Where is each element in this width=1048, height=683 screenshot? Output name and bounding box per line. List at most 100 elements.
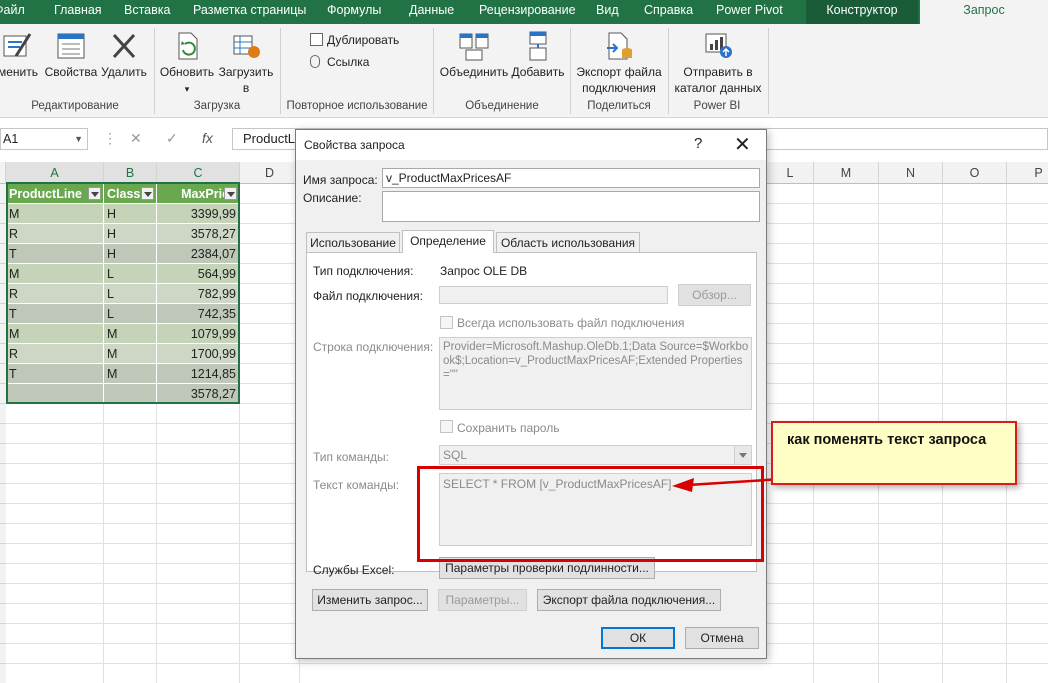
column-header[interactable]: B <box>104 162 157 184</box>
row-header[interactable] <box>0 544 6 564</box>
export-connection-file-button[interactable]: Экспорт файла подключения... <box>537 589 721 611</box>
insert-function-icon[interactable]: fx <box>202 130 213 146</box>
column-header[interactable]: P <box>1007 162 1048 184</box>
edit-query-button[interactable]: Изменить запрос... <box>312 589 428 611</box>
export-connection-ribbon-button[interactable]: Экспорт файла подключения <box>574 30 664 96</box>
column-header[interactable]: N <box>879 162 943 184</box>
ok-button[interactable]: ОК <box>601 627 675 649</box>
name-box[interactable]: A1 ▼ <box>0 128 88 150</box>
table-cell[interactable] <box>6 384 104 404</box>
connection-file-input[interactable] <box>439 286 668 304</box>
tab-scope[interactable]: Область использования <box>496 232 640 252</box>
table-cell[interactable]: T <box>6 244 104 264</box>
cancel-button[interactable]: Отмена <box>685 627 759 649</box>
column-header[interactable]: L <box>767 162 814 184</box>
row-header[interactable] <box>0 524 6 544</box>
ribbon-tab-4[interactable]: Формулы <box>327 0 387 24</box>
ribbon-tab-6[interactable]: Рецензирование <box>479 0 579 24</box>
table-cell[interactable]: L <box>104 304 157 324</box>
row-header[interactable] <box>0 664 6 683</box>
description-input[interactable] <box>382 191 760 222</box>
tab-usage[interactable]: Использование <box>306 232 400 252</box>
table-cell[interactable]: T <box>6 364 104 384</box>
table-cell[interactable]: 742,35 <box>157 304 240 324</box>
table-cell[interactable]: 3578,27 <box>157 224 240 244</box>
table-cell[interactable]: R <box>6 284 104 304</box>
table-cell[interactable]: 564,99 <box>157 264 240 284</box>
row-header[interactable] <box>0 504 6 524</box>
column-header[interactable]: M <box>814 162 879 184</box>
table-cell[interactable]: M <box>6 324 104 344</box>
table-cell[interactable]: H <box>104 224 157 244</box>
table-cell[interactable]: M <box>6 264 104 284</box>
table-cell[interactable]: 3399,99 <box>157 204 240 224</box>
query-name-input[interactable]: v_ProductMaxPricesAF <box>382 168 760 188</box>
row-header[interactable] <box>0 604 6 624</box>
enter-icon[interactable]: ✓ <box>166 130 178 147</box>
chevron-down-icon[interactable]: ▼ <box>74 129 83 149</box>
table-cell[interactable]: 1700,99 <box>157 344 240 364</box>
table-cell[interactable]: M <box>6 204 104 224</box>
table-header-cell[interactable]: Class <box>104 184 157 204</box>
refresh-ribbon-button[interactable]: Обновить ▾ <box>158 30 216 97</box>
ribbon-tab-7[interactable]: Вид <box>596 0 626 24</box>
column-header[interactable]: O <box>943 162 1007 184</box>
save-password-checkbox[interactable] <box>440 420 453 433</box>
column-header[interactable]: D <box>240 162 300 184</box>
table-cell[interactable]: M <box>104 324 157 344</box>
ribbon-tab-5[interactable]: Данные <box>409 0 459 24</box>
duplicate-ribbon-button[interactable]: Дублировать <box>310 32 399 48</box>
row-header[interactable] <box>0 564 6 584</box>
table-header-cell[interactable]: MaxPrice <box>157 184 240 204</box>
append-ribbon-button[interactable]: Добавить <box>510 30 566 80</box>
ribbon-tab-1[interactable]: Главная <box>54 0 110 24</box>
ribbon-tab-3[interactable]: Разметка страницы <box>193 0 313 24</box>
table-header-cell[interactable]: ProductLine <box>6 184 104 204</box>
table-cell[interactable]: 3578,27 <box>157 384 240 404</box>
table-cell[interactable]: H <box>104 204 157 224</box>
delete-ribbon-button[interactable]: Удалить <box>100 30 148 80</box>
ribbon-tab-2[interactable]: Вставка <box>124 0 180 24</box>
column-header[interactable]: C <box>157 162 240 184</box>
ribbon-tab-design[interactable]: Конструктор <box>806 0 918 24</box>
row-header[interactable] <box>0 404 6 424</box>
table-cell[interactable]: H <box>104 244 157 264</box>
connection-string-input[interactable]: Provider=Microsoft.Mashup.OleDb.1;Data S… <box>439 337 752 410</box>
merge-ribbon-button[interactable]: Объединить <box>438 30 510 80</box>
cancel-icon[interactable]: ✕ <box>130 130 142 147</box>
reference-ribbon-button[interactable]: Ссылка <box>310 54 369 70</box>
row-header[interactable] <box>0 484 6 504</box>
filter-dropdown-icon[interactable] <box>88 187 101 200</box>
send-to-catalog-ribbon-button[interactable]: Отправить в каталог данных <box>670 30 766 96</box>
row-header[interactable] <box>0 424 6 444</box>
edit-query-ribbon-button[interactable]: менить <box>0 30 42 80</box>
table-cell[interactable]: M <box>104 364 157 384</box>
table-cell[interactable]: 1214,85 <box>157 364 240 384</box>
help-icon[interactable]: ? <box>694 135 702 152</box>
table-cell[interactable]: T <box>6 304 104 324</box>
table-cell[interactable]: R <box>6 224 104 244</box>
browse-button[interactable]: Обзор... <box>678 284 751 306</box>
close-icon[interactable]: ✕ <box>734 132 751 157</box>
tab-definition[interactable]: Определение <box>402 230 494 253</box>
ribbon-tab-0[interactable]: Файл <box>0 0 36 24</box>
row-header[interactable] <box>0 444 6 464</box>
table-cell[interactable]: L <box>104 264 157 284</box>
row-header[interactable] <box>0 464 6 484</box>
table-cell[interactable]: 782,99 <box>157 284 240 304</box>
table-cell[interactable]: 2384,07 <box>157 244 240 264</box>
column-header[interactable]: A <box>6 162 104 184</box>
row-header[interactable] <box>0 644 6 664</box>
table-cell[interactable]: R <box>6 344 104 364</box>
table-cell[interactable]: 1079,99 <box>157 324 240 344</box>
table-cell[interactable]: L <box>104 284 157 304</box>
ribbon-tab-query[interactable]: Запрос <box>920 0 1048 24</box>
filter-dropdown-icon[interactable] <box>224 187 237 200</box>
row-header[interactable] <box>0 584 6 604</box>
always-use-file-checkbox[interactable] <box>440 316 453 329</box>
table-cell[interactable] <box>104 384 157 404</box>
table-cell[interactable]: M <box>104 344 157 364</box>
parameters-button[interactable]: Параметры... <box>438 589 527 611</box>
properties-ribbon-button[interactable]: Свойства <box>44 30 98 80</box>
ribbon-tab-8[interactable]: Справка <box>644 0 700 24</box>
